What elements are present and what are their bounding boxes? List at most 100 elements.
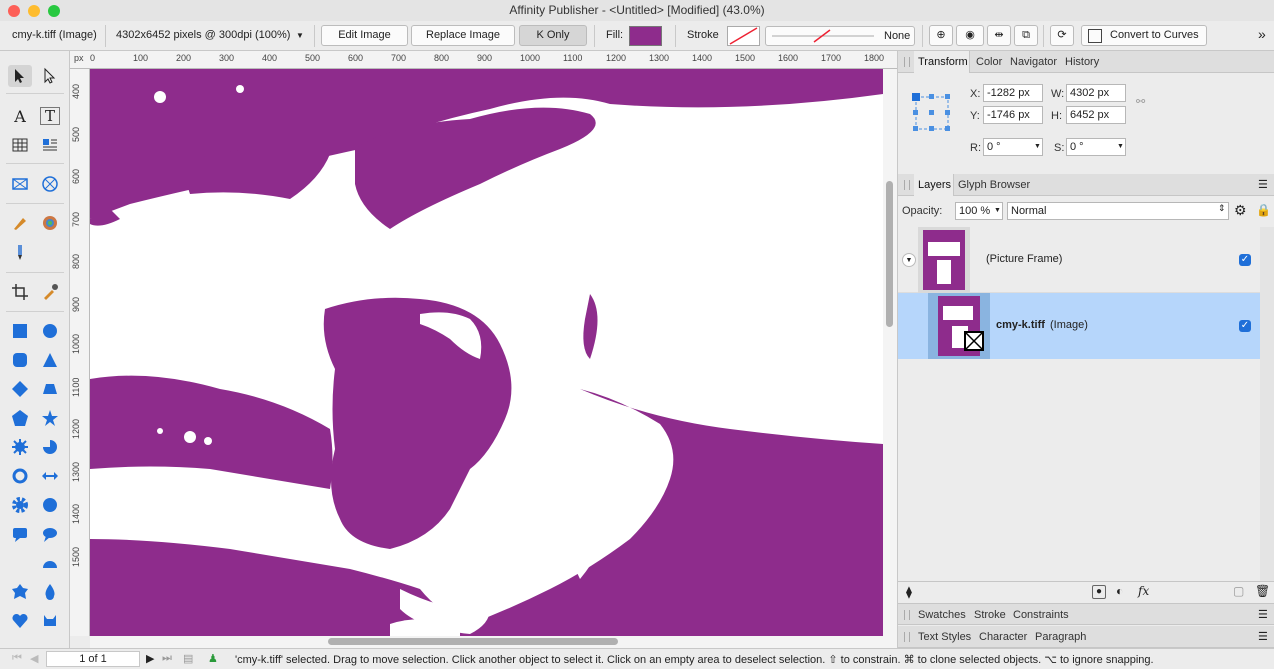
stroke-width-slider[interactable]: None (765, 26, 915, 46)
tab-history[interactable]: History (1065, 56, 1099, 68)
panel-grip-icon[interactable] (904, 180, 910, 190)
fill-swatch[interactable] (629, 26, 662, 46)
align-icon[interactable]: ⇹ (987, 25, 1011, 46)
origin-icon[interactable]: ⊕ (929, 25, 953, 46)
next-page-icon[interactable]: ▶ (146, 652, 154, 665)
tab-swatches[interactable]: Swatches (918, 609, 966, 621)
panel-grip-icon[interactable] (904, 610, 910, 620)
heart-tool-icon[interactable] (8, 610, 32, 632)
tab-layers[interactable]: Layers (918, 179, 951, 191)
color-picker-icon[interactable] (38, 212, 62, 234)
eye-icon[interactable]: ◉ (956, 25, 984, 46)
horizontal-scroll-thumb[interactable] (328, 638, 618, 645)
tab-transform[interactable]: Transform (918, 56, 968, 68)
convert-to-curves-button[interactable]: Convert to Curves (1081, 25, 1207, 46)
stepper-icon[interactable]: ⇕ (1218, 203, 1226, 214)
previous-page-icon[interactable]: ◀ (30, 652, 38, 665)
table-tool-icon[interactable] (8, 134, 32, 156)
effects-icon[interactable]: fx (1138, 584, 1149, 598)
tab-constraints[interactable]: Constraints (1013, 609, 1069, 621)
close-window-button[interactable] (8, 5, 20, 17)
vertical-ruler[interactable]: 400 500 600 700 800 900 1000 1100 1200 1300 1400 15… (70, 69, 90, 636)
rounded-rectangle-tool-icon[interactable] (8, 349, 32, 371)
panel-menu-icon[interactable]: ☰ (1258, 630, 1268, 643)
k-only-button[interactable]: K Only (519, 25, 587, 46)
pencil-tool-icon[interactable] (8, 241, 32, 263)
placed-image[interactable] (90, 69, 883, 636)
w-field[interactable]: 4302 px (1066, 84, 1126, 102)
image-info-dropdown[interactable]: 4302x6452 pixels @ 300dpi (100%) (116, 29, 290, 41)
add-layer-icon[interactable]: ▢ (1233, 584, 1244, 598)
tab-paragraph[interactable]: Paragraph (1035, 631, 1086, 643)
layer-visibility-checkbox[interactable]: ✓ (1239, 320, 1251, 332)
blend-mode-select[interactable]: Normal (1007, 202, 1229, 220)
chevron-down-icon[interactable]: ▼ (1034, 143, 1041, 150)
node-tool-icon[interactable] (38, 65, 62, 87)
text-wrap-icon[interactable] (38, 134, 62, 156)
vertical-scroll-thumb[interactable] (886, 181, 893, 327)
tab-glyph-browser[interactable]: Glyph Browser (958, 179, 1030, 191)
tab-stroke[interactable]: Stroke (974, 609, 1006, 621)
panel-menu-icon[interactable]: ☰ (1258, 178, 1268, 191)
crescent-tool-icon[interactable] (8, 552, 32, 574)
donut-tool-icon[interactable] (8, 465, 32, 487)
transform-icon[interactable]: ⧉ (1014, 25, 1038, 46)
vertical-scrollbar[interactable] (883, 69, 897, 636)
expand-chevron-icon[interactable]: ▼ (902, 253, 916, 267)
overflow-chevron-icon[interactable]: » (1258, 26, 1266, 42)
replace-image-button[interactable]: Replace Image (411, 25, 515, 46)
layer-row-selected[interactable]: cmy-k.tiff (Image) ✓ (898, 293, 1260, 359)
layers-stack-icon[interactable]: ⧫ (906, 585, 912, 599)
polygon-tool-icon[interactable] (8, 407, 32, 429)
move-tool-icon[interactable] (8, 65, 32, 87)
layer-row[interactable]: ▼ (Picture Frame) ✓ (898, 227, 1260, 293)
star-tool-icon[interactable] (38, 407, 62, 429)
ellipse-tool-icon[interactable] (38, 320, 62, 342)
cloud-tool-icon[interactable] (38, 494, 62, 516)
link-icon[interactable]: ⚯ (1136, 95, 1145, 108)
adjustment-icon[interactable]: ◐ (1116, 584, 1123, 598)
chevron-down-icon[interactable]: ▼ (296, 31, 304, 40)
rectangle-tool-icon[interactable] (8, 320, 32, 342)
panel-grip-icon[interactable] (904, 57, 910, 67)
double-arrow-tool-icon[interactable] (38, 465, 62, 487)
frame-text-tool-icon[interactable]: T (40, 107, 60, 125)
eyedropper-tool-icon[interactable] (38, 281, 62, 303)
stroke-swatch[interactable] (727, 26, 760, 46)
burst-tool-icon[interactable] (8, 436, 32, 458)
mask-icon[interactable]: ● (1092, 585, 1106, 599)
trash-icon[interactable]: 🗑 (1255, 584, 1270, 598)
pen-tool-icon[interactable] (8, 212, 32, 234)
h-field[interactable]: 6452 px (1066, 106, 1126, 124)
tab-text-styles[interactable]: Text Styles (918, 631, 971, 643)
lock-icon[interactable]: 🔒 (1256, 203, 1271, 217)
horizontal-ruler[interactable]: px 0 100 200 300 400 500 600 700 800 900 1000 1100 1… (70, 51, 897, 69)
tab-character[interactable]: Character (979, 631, 1027, 643)
edit-image-button[interactable]: Edit Image (321, 25, 408, 46)
zoom-window-button[interactable] (48, 5, 60, 17)
rotate-icon[interactable]: ⟳ (1050, 25, 1074, 46)
triangle-tool-icon[interactable] (38, 349, 62, 371)
square-star-tool-icon[interactable] (8, 581, 32, 603)
last-page-icon[interactable]: ⏭ (162, 652, 172, 665)
chevron-down-icon[interactable]: ▼ (1117, 143, 1124, 150)
gear-icon[interactable]: ⚙ (1234, 202, 1247, 219)
document-canvas[interactable] (90, 69, 883, 636)
callout-rectangle-tool-icon[interactable] (8, 523, 32, 545)
y-field[interactable]: -1746 px (983, 106, 1043, 124)
diamond-tool-icon[interactable] (8, 378, 32, 400)
pie-tool-icon[interactable] (38, 436, 62, 458)
page-field[interactable]: 1 of 1 (46, 651, 140, 667)
layers-scrollbar[interactable] (1260, 227, 1274, 582)
crop-tool-icon[interactable] (8, 281, 32, 303)
horizontal-scrollbar[interactable] (90, 636, 897, 648)
anchor-selector-icon[interactable] (910, 91, 954, 135)
picture-frame-ellipse-icon[interactable] (38, 173, 62, 195)
segment-tool-icon[interactable] (38, 552, 62, 574)
tab-navigator[interactable]: Navigator (1010, 56, 1057, 68)
artistic-text-tool-icon[interactable]: A (8, 105, 32, 127)
panel-grip-icon[interactable] (904, 632, 910, 642)
tear-tool-icon[interactable] (38, 581, 62, 603)
picture-frame-rectangle-icon[interactable] (8, 173, 32, 195)
x-field[interactable]: -1282 px (983, 84, 1043, 102)
